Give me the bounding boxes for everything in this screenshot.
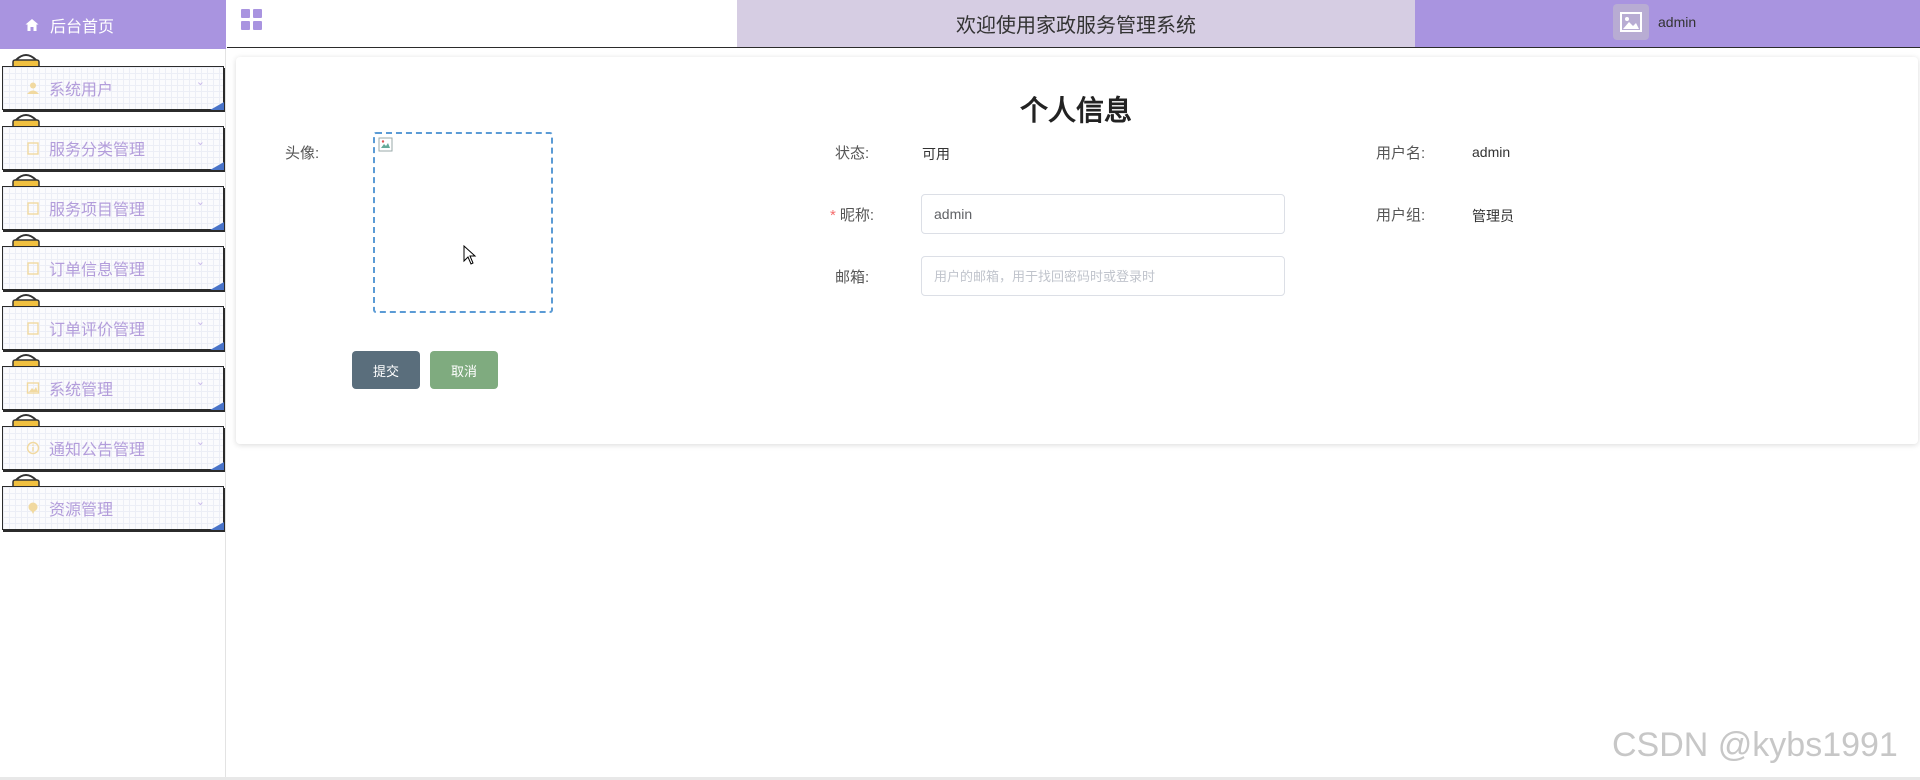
email-label: 邮箱: — [835, 269, 870, 286]
chevron-down-icon: ⌄ — [195, 76, 205, 88]
corner-fold-icon — [210, 102, 224, 110]
corner-fold-icon — [210, 402, 224, 410]
page-title: 个人信息 — [1020, 95, 1133, 126]
corner-fold-icon — [210, 462, 224, 470]
status-value: 可用 — [922, 146, 950, 162]
user-avatar[interactable] — [1613, 4, 1649, 40]
sidebar-home-label: 后台首页 — [50, 18, 115, 36]
sidebar-item-label: 资源管理 — [49, 502, 114, 519]
avatar-upload[interactable] — [373, 132, 553, 313]
sidebar-item-service-category[interactable]: 服务分类管理 ⌄ — [2, 126, 224, 170]
chevron-down-icon: ⌄ — [195, 496, 205, 508]
header-title: 欢迎使用家政服务管理系统 — [737, 0, 1415, 47]
sidebar-item-label: 服务分类管理 — [49, 142, 146, 159]
sidebar-item-resource-management[interactable]: 资源管理 ⌄ — [2, 486, 224, 530]
sidebar-item-label: 订单评价管理 — [49, 322, 146, 339]
info-icon — [25, 440, 41, 456]
sidebar-item-label: 服务项目管理 — [49, 202, 146, 219]
username-value: admin — [1472, 144, 1511, 160]
chevron-down-icon: ⌄ — [195, 136, 205, 148]
grid-menu-icon[interactable] — [241, 9, 263, 31]
corner-fold-icon — [210, 342, 224, 350]
chevron-down-icon: ⌄ — [195, 316, 205, 328]
chevron-down-icon: ⌄ — [195, 376, 205, 388]
sidebar-item-order-info[interactable]: 订单信息管理 ⌄ — [2, 246, 224, 290]
file-icon — [25, 260, 41, 276]
sidebar-item-home[interactable]: 后台首页 — [0, 0, 226, 49]
avatar-label: 头像: — [285, 145, 320, 162]
pin-icon — [25, 500, 41, 516]
nickname-label: * 昵称: — [830, 204, 874, 225]
sidebar-item-label: 通知公告管理 — [49, 442, 146, 459]
email-field[interactable] — [921, 256, 1285, 296]
cancel-button[interactable]: 取消 — [430, 351, 498, 389]
sidebar-item-system-management[interactable]: 系统管理 ⌄ — [2, 366, 224, 410]
chevron-down-icon: ⌄ — [195, 256, 205, 268]
sidebar-item-label: 系统用户 — [49, 82, 114, 99]
file-icon — [25, 320, 41, 336]
usergroup-label: 用户组: — [1376, 207, 1426, 224]
user-icon — [25, 80, 41, 96]
usergroup-value: 管理员 — [1472, 208, 1514, 224]
chevron-down-icon: ⌄ — [195, 196, 205, 208]
corner-fold-icon — [210, 522, 224, 530]
nickname-label-text: 昵称: — [839, 207, 875, 224]
mouse-cursor-icon — [463, 245, 477, 265]
chevron-down-icon: ⌄ — [195, 436, 205, 448]
image-placeholder-icon — [1620, 12, 1642, 32]
sidebar-item-order-review[interactable]: 订单评价管理 ⌄ — [2, 306, 224, 350]
submit-button[interactable]: 提交 — [352, 351, 420, 389]
corner-fold-icon — [210, 282, 224, 290]
home-icon — [24, 16, 42, 34]
corner-fold-icon — [210, 222, 224, 230]
image-icon — [25, 380, 41, 396]
sidebar-item-label: 系统管理 — [49, 382, 114, 399]
corner-fold-icon — [210, 162, 224, 170]
sidebar-item-system-users[interactable]: 系统用户 ⌄ — [2, 66, 224, 110]
app-root: 后台首页 系统用户 ⌄ 服务分类管理 ⌄ 服务项目管理 ⌄ 订单信息管理 ⌄ 订… — [0, 0, 1920, 780]
status-label: 状态: — [835, 145, 870, 162]
sidebar-item-notice-management[interactable]: 通知公告管理 ⌄ — [2, 426, 224, 470]
header-username[interactable]: admin — [1658, 14, 1696, 30]
sidebar-item-label: 订单信息管理 — [49, 262, 146, 279]
watermark: CSDN @kybs1991 — [1612, 726, 1898, 764]
file-icon — [25, 140, 41, 156]
file-icon — [25, 200, 41, 216]
sidebar-item-service-items[interactable]: 服务项目管理 ⌄ — [2, 186, 224, 230]
required-asterisk: * — [830, 207, 836, 224]
nickname-field[interactable] — [921, 194, 1285, 234]
broken-image-icon — [378, 137, 393, 152]
sidebar: 后台首页 系统用户 ⌄ 服务分类管理 ⌄ 服务项目管理 ⌄ 订单信息管理 ⌄ 订… — [0, 0, 226, 780]
username-label: 用户名: — [1376, 145, 1426, 162]
